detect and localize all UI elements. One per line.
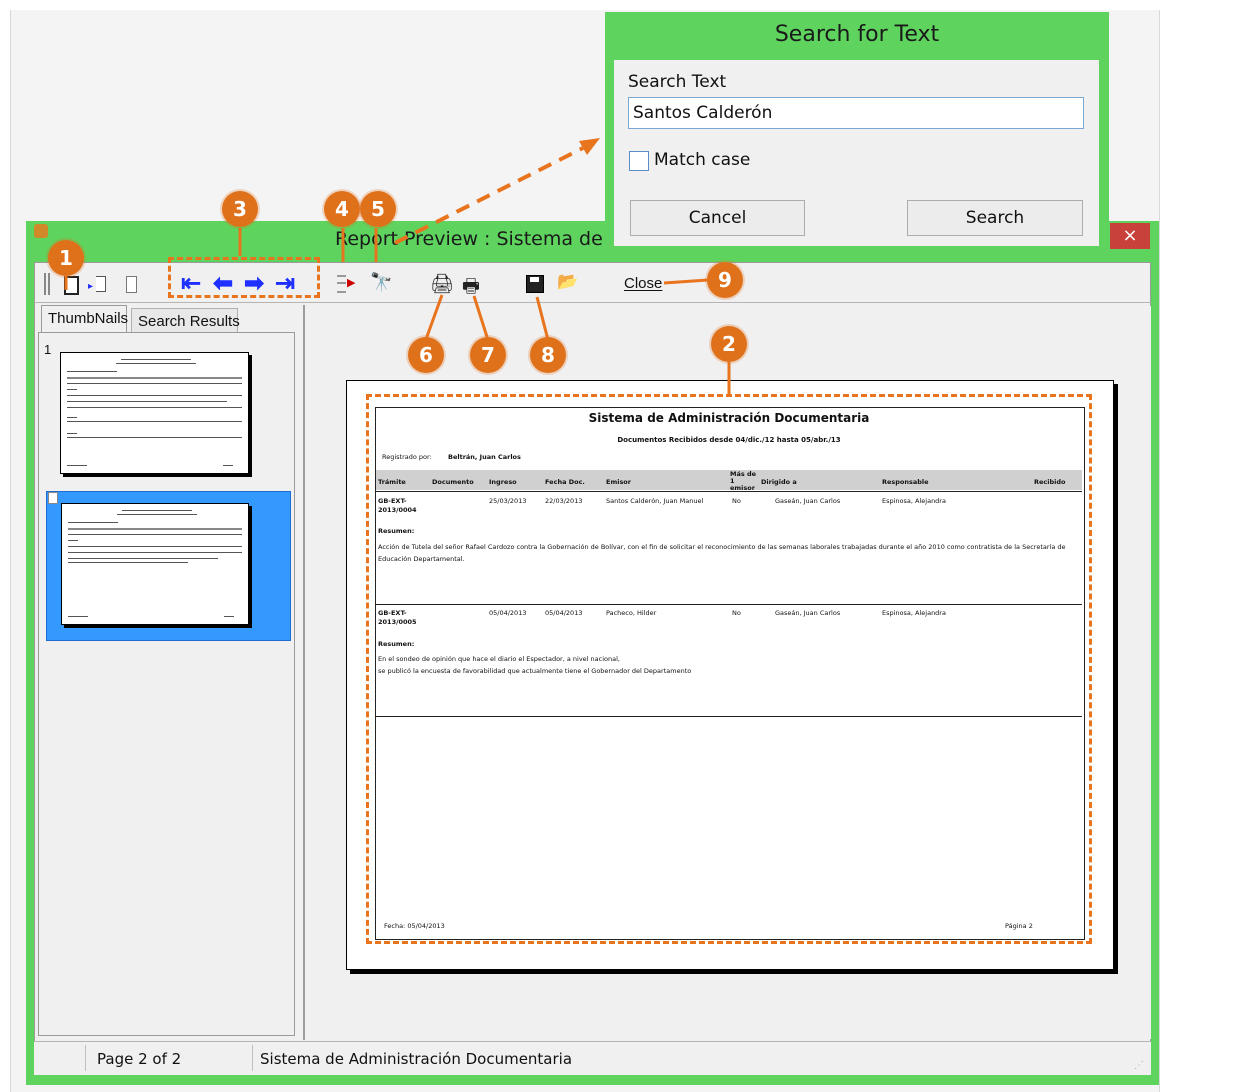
save-icon[interactable] — [526, 275, 544, 293]
thumbnail-page-1[interactable] — [60, 352, 249, 474]
callout-8: 8 — [530, 337, 566, 373]
window-close-button[interactable]: × — [1110, 223, 1150, 249]
search-button[interactable]: Search — [907, 200, 1083, 236]
match-case-checkbox[interactable] — [629, 151, 649, 171]
thumbnail-page-2[interactable] — [61, 503, 249, 625]
callout-3: 3 — [222, 191, 258, 227]
status-bar — [34, 1041, 1151, 1075]
report-area-highlight — [366, 394, 1092, 944]
status-report-name: Sistema de Administración Documentaria — [260, 1050, 573, 1068]
callout-5: 5 — [360, 191, 396, 227]
nav-arrows-highlight — [168, 257, 320, 298]
close-button[interactable]: Close — [624, 275, 662, 292]
callout-2: 2 — [711, 326, 747, 362]
resize-grip-icon[interactable]: ⋰ — [1134, 1060, 1144, 1071]
status-separator — [85, 1045, 86, 1071]
toolbar-divider — [34, 302, 1151, 303]
window-title: Report Preview : Sistema de Ad — [335, 228, 634, 250]
search-text-input[interactable]: Santos Calderón — [628, 97, 1084, 129]
open-icon[interactable]: 📂 — [557, 272, 578, 292]
fit-width-icon[interactable] — [124, 275, 138, 293]
callout-7: 7 — [470, 337, 506, 373]
match-case-label[interactable]: Match case — [654, 150, 750, 170]
tab-thumbnails[interactable]: ThumbNails — [41, 305, 128, 333]
tab-search-results[interactable]: Search Results — [131, 308, 240, 334]
search-text-label: Search Text — [628, 72, 727, 92]
find-icon[interactable]: 🔭 — [370, 272, 392, 293]
two-page-icon[interactable]: ▸ — [88, 275, 110, 293]
app-icon — [34, 224, 48, 238]
callout-9: 9 — [707, 262, 743, 298]
callout-4: 4 — [324, 191, 360, 227]
thumbnail-page-2-marker — [48, 492, 58, 504]
status-separator — [252, 1045, 253, 1071]
callout-6: 6 — [408, 337, 444, 373]
one-page-icon[interactable] — [44, 273, 80, 295]
thumbnail-page-number: 1 — [44, 342, 52, 357]
pane-splitter[interactable] — [303, 305, 305, 1040]
callout-1: 1 — [48, 240, 84, 276]
goto-page-icon[interactable]: ▶ — [337, 273, 357, 293]
cancel-button[interactable]: Cancel — [630, 200, 805, 236]
print-icon[interactable]: 🖶 — [462, 272, 480, 304]
status-page-info: Page 2 of 2 — [97, 1050, 182, 1068]
print-setup-icon[interactable]: 🖨 — [430, 272, 454, 295]
search-dialog-title: Search for Text — [774, 22, 940, 47]
